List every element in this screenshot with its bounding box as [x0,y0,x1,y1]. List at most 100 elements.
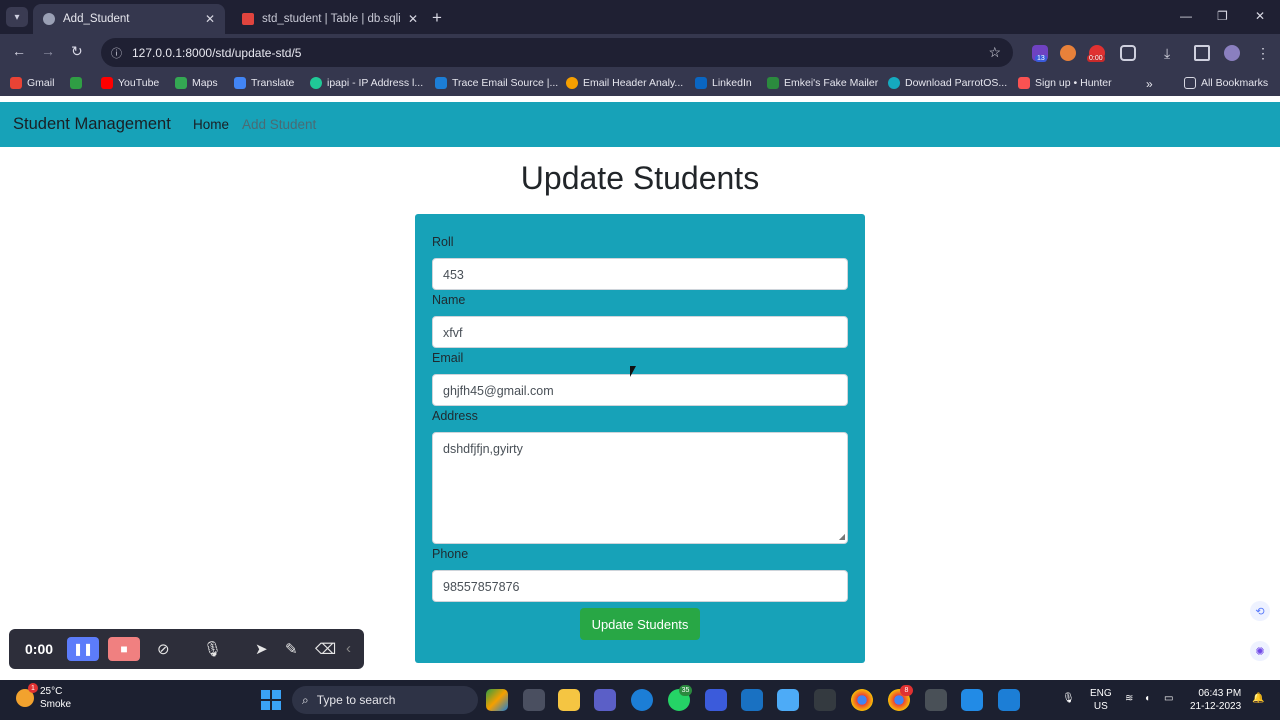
eraser-icon[interactable]: ⌫ [315,640,336,658]
tab-title: Add_Student [63,13,130,25]
bookmark-parrotos[interactable]: Download ParrotOS... [888,77,1007,89]
more-bookmarks-icon[interactable]: » [1146,77,1153,91]
cookie-extension-icon[interactable] [1060,45,1076,61]
minimize-icon[interactable]: — [1180,9,1192,23]
all-bookmarks-folder[interactable]: All Bookmarks [1184,77,1268,89]
roll-label: Roll [432,235,454,249]
forward-icon[interactable]: → [41,43,55,59]
youtube-icon [101,77,113,89]
tab-search-button[interactable]: ▾ [6,7,28,27]
battery-icon[interactable]: ▭ [1164,692,1173,705]
recording-timer: 0:00 [25,641,54,657]
calendar-icon[interactable] [777,689,799,711]
weather-badge: 1 [28,683,38,693]
side-panel-icon[interactable] [1194,45,1210,61]
restore-icon[interactable]: ❐ [1217,9,1228,23]
site-info-icon[interactable]: ⓘ [111,45,122,61]
pen-icon[interactable]: ✎ [285,640,298,658]
new-tab-button[interactable]: + [432,8,442,28]
translate-side-icon[interactable]: ⟲ [1250,601,1270,621]
download-icon[interactable]: ⤓ [1164,45,1180,61]
email-label: Email [432,351,464,365]
profile-avatar[interactable] [1224,45,1240,61]
camera-off-icon[interactable]: ⊘ [157,640,170,658]
phone-label: Phone [432,547,469,561]
update-students-button[interactable]: Update Students [580,608,700,640]
copilot-icon[interactable] [486,689,508,711]
weather-desc: Smoke [40,699,72,710]
reload-icon[interactable]: ↻ [71,43,83,60]
pause-button[interactable]: ❚❚ [67,637,99,661]
ai-brain-icon[interactable]: ✺ [1250,641,1270,661]
edge-icon[interactable] [631,689,653,711]
phone-input[interactable]: 98557857876 [432,570,848,602]
language-indicator[interactable]: ENG US [1090,687,1112,713]
extensions-puzzle-icon[interactable] [1120,45,1136,61]
roll-input[interactable]: 453 [432,258,848,290]
bookmark-email-header[interactable]: Email Header Analy... [566,77,683,89]
collapse-icon[interactable]: ‹ [346,640,351,657]
gmail-icon [10,77,22,89]
remote-desktop-icon[interactable] [998,689,1020,711]
search-icon: ⌕ [302,692,309,707]
bookmark-trace-email[interactable]: Trace Email Source |... [435,77,558,89]
address-label: Address [432,409,478,423]
bookmark-hunter[interactable]: Sign up • Hunter [1018,77,1112,89]
app-navbar: Student Management Home Add Student [0,102,1280,147]
close-tab-icon[interactable]: ✕ [205,12,215,26]
windows-start-icon[interactable] [261,690,281,710]
file-explorer-icon[interactable] [558,689,580,711]
close-window-icon[interactable]: ✕ [1255,9,1265,23]
nav-link-add-student[interactable]: Add Student [242,117,316,132]
maps-icon [175,77,187,89]
bookmarks-bar: Gmail YouTube Maps Translate ipapi - IP … [0,71,1280,96]
teams-icon[interactable] [594,689,616,711]
terminal-icon[interactable] [814,689,836,711]
volume-icon[interactable]: ◖ [1144,692,1150,705]
wifi-icon[interactable]: ≋ [1125,692,1133,705]
taskbar-search[interactable]: ⌕ Type to search [292,686,478,714]
tab-add-student[interactable]: Add_Student ✕ [33,4,225,34]
resize-handle-icon[interactable]: ◢ [839,532,845,541]
address-bar[interactable]: ⓘ 127.0.0.1:8000/std/update-std/5 ☆ [101,38,1013,67]
bookmark-gmail[interactable]: Gmail [10,77,54,89]
bookmark-translate[interactable]: Translate [234,77,294,89]
menu-kebab-icon[interactable]: ⋮ [1256,45,1272,61]
bookmark-emkei[interactable]: Emkei's Fake Mailer [767,77,878,89]
name-input[interactable]: xfvf [432,316,848,348]
navbar-brand[interactable]: Student Management [13,115,171,134]
store-icon[interactable] [741,689,763,711]
close-tab-icon[interactable]: ✕ [408,12,418,26]
microphone-tray-icon[interactable]: 🎙 [1062,692,1075,705]
bookmark-youtube[interactable]: YouTube [101,77,159,89]
azure-data-studio-icon[interactable] [705,689,727,711]
tab-title: std_student | Table | db.sqlite3 [262,13,400,25]
tab-sqlite-table[interactable]: std_student | Table | db.sqlite3 ✕ [232,4,428,34]
nav-link-home[interactable]: Home [193,117,229,132]
pointer-icon[interactable]: ➤ [255,640,268,658]
clock[interactable]: 06:43 PM 21-12-2023 [1190,687,1241,713]
globe-icon [43,13,55,25]
hunter-icon [1018,77,1030,89]
screen-recorder-toolbar: 0:00 ❚❚ ■ ⊘ 🎙 ➤ ✎ ⌫ ‹ [9,629,364,669]
stop-button[interactable]: ■ [108,637,140,661]
folder-icon [1184,77,1196,89]
bookmark-ipapi[interactable]: ipapi - IP Address l... [310,77,423,89]
back-icon[interactable]: ← [12,43,26,59]
weather-widget[interactable]: 1 25°C Smoke [16,683,72,711]
email-input[interactable]: ghjfh45@gmail.com [432,374,848,406]
bookmark-star-icon[interactable]: ☆ [988,44,1001,61]
chrome-icon[interactable] [851,689,873,711]
task-view-icon[interactable] [523,689,545,711]
mouse-cursor-icon [630,366,636,377]
notification-bell-icon[interactable]: 🔔 [1252,692,1264,705]
vscode-icon[interactable] [961,689,983,711]
emkei-icon [767,77,779,89]
microphone-icon[interactable]: 🎙 [203,640,222,658]
bookmark-w[interactable] [70,77,82,89]
unity-icon[interactable] [925,689,947,711]
trace-icon [435,77,447,89]
address-textarea[interactable]: dshdfjfjn,gyirty ◢ [432,432,848,544]
bookmark-linkedin[interactable]: LinkedIn [695,77,752,89]
bookmark-maps[interactable]: Maps [175,77,218,89]
